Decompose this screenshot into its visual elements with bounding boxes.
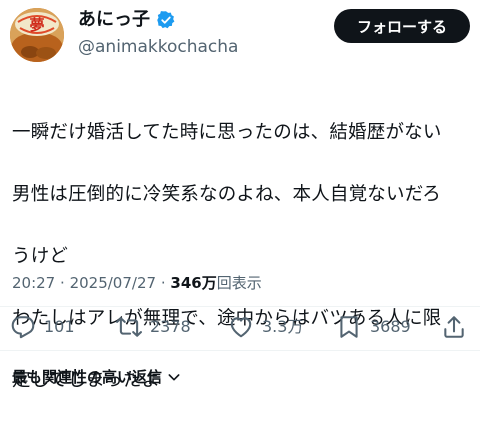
meta-separator: · <box>60 274 65 292</box>
heart-icon <box>230 317 252 338</box>
action-bar: 101 2378 3.3万 3689 <box>0 306 480 348</box>
user-handle[interactable]: @animakkochacha <box>78 36 238 58</box>
repost-icon <box>116 317 142 337</box>
tweet-meta: 20:27 · 2025/07/27 · 346万回表示 <box>12 272 262 294</box>
reply-sort-label: 最も関連性の高い返信 <box>12 368 163 386</box>
repost-button[interactable]: 2378 <box>116 314 191 340</box>
reply-count: 101 <box>44 317 75 336</box>
avatar-text: 夢 <box>29 16 44 34</box>
bookmark-icon <box>340 316 358 338</box>
name-row: あにっ子 <box>78 8 176 32</box>
reply-button[interactable]: 101 <box>10 314 75 340</box>
like-count: 3.3万 <box>262 317 304 336</box>
meta-separator: · <box>160 274 166 292</box>
bookmark-count: 3689 <box>370 317 411 336</box>
divider <box>0 350 480 351</box>
views-label: 回表示 <box>216 274 262 292</box>
share-button[interactable] <box>441 314 467 340</box>
reply-icon <box>11 316 35 339</box>
chevron-down-icon <box>168 374 180 381</box>
bookmark-button[interactable]: 3689 <box>336 314 411 340</box>
tweet-text-line: うけど <box>12 246 69 267</box>
follow-button[interactable]: フォローする <box>334 9 470 43</box>
views-count: 346万 <box>170 274 217 292</box>
repost-count: 2378 <box>150 317 191 336</box>
like-button[interactable]: 3.3万 <box>228 314 303 340</box>
avatar-image: 夢 <box>10 8 64 62</box>
tweet-text-line: 男性は圧倒的に冷笑系なのよね、本人自覚ないだろ <box>12 184 441 205</box>
reply-sort-dropdown[interactable]: 最も関連性の高い返信 <box>12 366 182 388</box>
tweet-text-line: 一瞬だけ婚活してた時に思ったのは、結婚歴がない <box>12 122 442 143</box>
tweet-time[interactable]: 20:27 <box>12 274 55 292</box>
verified-badge-icon <box>156 10 176 30</box>
tweet-date[interactable]: 2025/07/27 <box>70 274 156 292</box>
tweet-header: 夢 あにっ子 @animakkochacha フォローする <box>0 0 480 68</box>
avatar[interactable]: 夢 <box>10 8 64 62</box>
share-icon <box>444 316 464 338</box>
display-name[interactable]: あにっ子 <box>78 8 150 32</box>
